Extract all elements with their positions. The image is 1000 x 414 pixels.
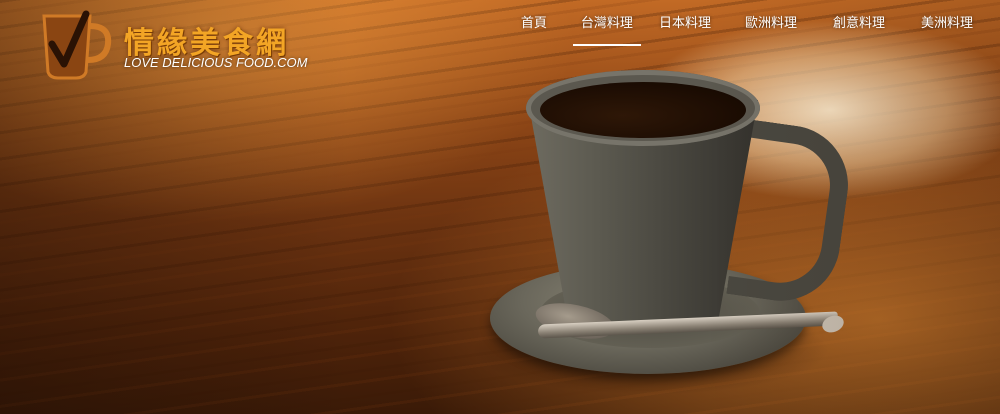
nav-item-creative[interactable]: 創意料理	[833, 13, 885, 41]
cup-handle	[726, 119, 856, 309]
nav-item-european[interactable]: 歐洲料理	[745, 13, 797, 41]
coffee-cup-check-icon	[42, 10, 112, 80]
coffee	[540, 82, 746, 138]
nav-item-japanese[interactable]: 日本料理	[659, 13, 711, 41]
site-logo[interactable]: 情緣美食網 LOVE DELICIOUS FOOD.COM	[38, 8, 318, 80]
nav-item-american[interactable]: 美洲料理	[921, 13, 973, 41]
spoon-tip	[819, 312, 847, 336]
cup-rim	[526, 70, 760, 146]
spoon-bowl	[532, 297, 618, 345]
saucer-well	[540, 278, 760, 348]
site-subtitle: LOVE DELICIOUS FOOD.COM	[124, 55, 308, 70]
cup-shadow	[470, 305, 830, 395]
nav-item-taiwanese[interactable]: 台灣料理	[572, 13, 641, 46]
nav-item-home[interactable]: 首頁	[521, 13, 547, 41]
main-nav: 首頁 台灣料理 日本料理 歐洲料理 創意料理 美洲料理	[521, 13, 1000, 46]
spoon	[537, 311, 839, 339]
saucer	[490, 262, 806, 374]
coffee-cup	[528, 100, 758, 330]
